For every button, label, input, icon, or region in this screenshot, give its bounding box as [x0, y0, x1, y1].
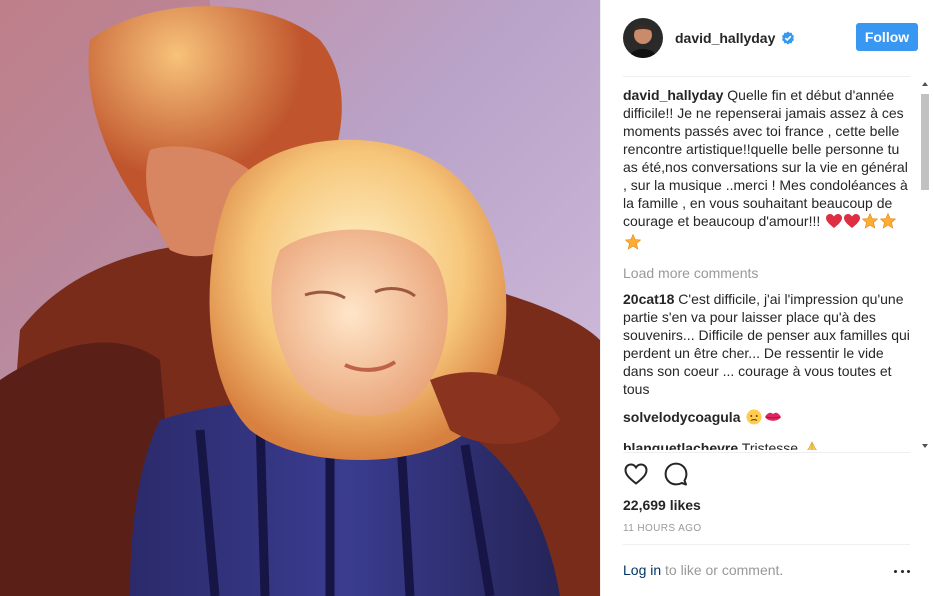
likes-count[interactable]: 22,699 likes: [623, 497, 701, 513]
caption-username[interactable]: david_hallyday: [623, 87, 723, 103]
caption-text: Quelle fin et début d'année difficile!! …: [623, 87, 908, 229]
post-header: david_hallyday Follow: [623, 17, 918, 59]
scroll-down-icon[interactable]: [921, 442, 929, 450]
comment: solvelodycoagula: [623, 408, 913, 429]
load-more-comments[interactable]: Load more comments: [623, 264, 913, 282]
comments-divider: [623, 452, 910, 453]
comment-icon[interactable]: [663, 461, 689, 487]
red-heart-icon: [844, 214, 861, 233]
comment-username[interactable]: 20cat18: [623, 291, 674, 307]
comment-text: Tristesse: [741, 440, 799, 450]
comment-username[interactable]: solvelodycoagula: [623, 409, 740, 425]
avatar[interactable]: [623, 18, 663, 58]
heart-icon[interactable]: [623, 461, 649, 487]
more-options-icon[interactable]: [894, 566, 910, 576]
comment: blanquetlachevre Tristesse: [623, 439, 913, 450]
kiss-lips-icon: [764, 409, 782, 429]
star-icon: [879, 212, 897, 233]
login-prompt-text: to like or comment.: [665, 562, 784, 578]
action-bar: [623, 461, 689, 487]
caption: david_hallyday Quelle fin et début d'ann…: [623, 86, 913, 254]
comments-scrollbar[interactable]: [919, 78, 931, 452]
header-divider: [623, 76, 910, 77]
verified-badge-icon: [781, 31, 795, 45]
post-timestamp[interactable]: 11 hours ago: [623, 523, 702, 534]
red-heart-icon: [826, 214, 843, 233]
star-icon: [624, 233, 642, 254]
comments-list: david_hallyday Quelle fin et début d'ann…: [623, 86, 913, 450]
comment-username[interactable]: blanquetlachevre: [623, 440, 738, 450]
photo-image: [0, 0, 600, 596]
follow-button[interactable]: Follow: [856, 23, 918, 51]
scroll-up-icon[interactable]: [921, 80, 929, 88]
star-icon: [861, 212, 879, 233]
post-panel: david_hallyday Follow david_hallyday Que…: [600, 0, 934, 596]
disappointed-face-icon: [746, 409, 762, 429]
post-photo[interactable]: [0, 0, 600, 596]
comment: 20cat18 C'est difficile, j'ai l'impressi…: [623, 290, 913, 398]
folded-hands-icon: [804, 440, 820, 450]
login-prompt: Log in to like or comment.: [623, 562, 783, 578]
footer-divider: [623, 544, 910, 545]
avatar-image: [623, 18, 663, 58]
scroll-thumb[interactable]: [921, 94, 929, 190]
post-username[interactable]: david_hallyday: [675, 30, 775, 46]
login-link[interactable]: Log in: [623, 562, 661, 578]
